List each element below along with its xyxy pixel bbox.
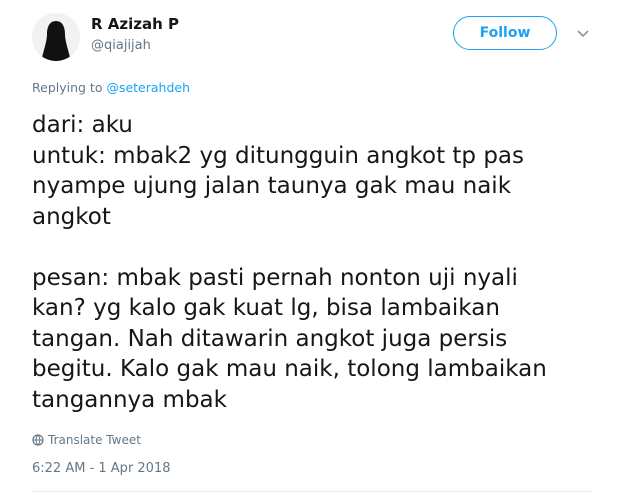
avatar[interactable] xyxy=(32,13,80,61)
replying-to-label: Replying to xyxy=(32,80,107,95)
translate-label[interactable]: Translate Tweet xyxy=(48,433,141,447)
author-handle[interactable]: @qiajijah xyxy=(91,38,151,53)
reply-to-link[interactable]: @seterahdeh xyxy=(106,80,190,95)
chevron-down-icon[interactable] xyxy=(575,27,591,41)
globe-icon xyxy=(32,434,44,446)
avatar-silhouette-icon xyxy=(32,13,80,61)
tweet-timestamp[interactable]: 6:22 AM - 1 Apr 2018 xyxy=(32,461,171,476)
translate-tweet-button[interactable]: Translate Tweet xyxy=(32,433,141,447)
follow-button[interactable]: Follow xyxy=(453,16,557,50)
author-name[interactable]: R Azizah P xyxy=(91,15,179,33)
replying-to: Replying to @seterahdeh xyxy=(32,80,190,95)
tweet-text: dari: aku untuk: mbak2 yg ditungguin ang… xyxy=(32,112,547,413)
divider xyxy=(32,491,592,492)
